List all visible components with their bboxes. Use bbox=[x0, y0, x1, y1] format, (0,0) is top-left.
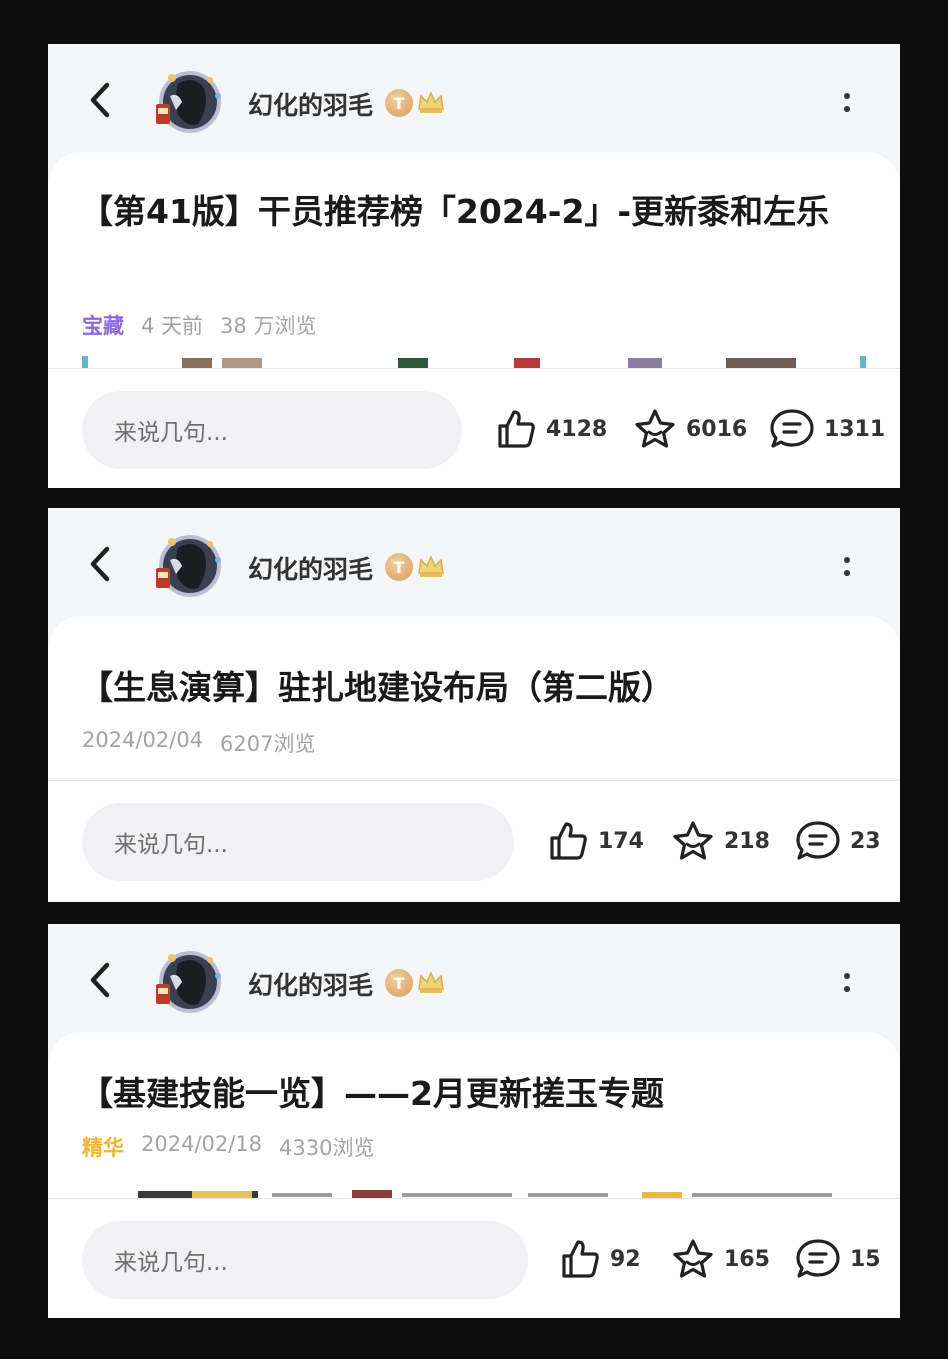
favorite-button[interactable]: 165 bbox=[670, 1237, 770, 1281]
star-icon bbox=[673, 821, 713, 860]
post-card: 幻化的羽毛 T 【基建技能一览】——2月更新搓玉专题 精华 2024/02/18… bbox=[48, 924, 900, 1318]
comment-count: 1311 bbox=[824, 416, 886, 442]
level-badge: T bbox=[385, 969, 413, 997]
thumbs-up-icon bbox=[562, 1240, 599, 1278]
like-button[interactable]: 92 bbox=[558, 1237, 641, 1281]
thumbs-up-icon bbox=[498, 410, 535, 448]
thumbs-up-icon bbox=[550, 822, 587, 860]
more-vertical-icon bbox=[844, 556, 850, 563]
comment-icon bbox=[796, 1239, 840, 1278]
view-count: 38 万浏览 bbox=[220, 314, 317, 338]
comment-count: 23 bbox=[850, 828, 881, 854]
like-count: 4128 bbox=[546, 416, 608, 442]
comment-button[interactable]: 1311 bbox=[768, 407, 885, 451]
like-count: 92 bbox=[610, 1246, 641, 1272]
image-preview-strip bbox=[82, 356, 866, 368]
post-header: 幻化的羽毛 T bbox=[48, 508, 900, 620]
back-button[interactable] bbox=[78, 78, 122, 122]
post-date: 2024/02/18 bbox=[141, 1132, 263, 1156]
post-card: 幻化的羽毛 T 【生息演算】驻扎地建设布局（第二版） 2024/02/04 62… bbox=[48, 508, 900, 902]
star-icon bbox=[673, 1239, 713, 1278]
post-meta: 2024/02/04 6207浏览 bbox=[82, 728, 316, 758]
chevron-left-icon bbox=[90, 546, 110, 582]
level-badge: T bbox=[385, 553, 413, 581]
crown-icon bbox=[416, 87, 446, 121]
star-icon bbox=[635, 409, 675, 448]
comment-button[interactable]: 23 bbox=[794, 819, 881, 863]
like-count: 174 bbox=[598, 828, 644, 854]
post-title[interactable]: 【生息演算】驻扎地建设布局（第二版） bbox=[80, 660, 870, 716]
post-content[interactable]: 【生息演算】驻扎地建设布局（第二版） 2024/02/04 6207浏览 bbox=[48, 616, 900, 778]
featured-tag: 精华 bbox=[82, 1136, 124, 1160]
chevron-left-icon bbox=[90, 82, 110, 118]
level-badge: T bbox=[385, 89, 413, 117]
more-vertical-icon bbox=[844, 92, 850, 99]
post-time: 4 天前 bbox=[141, 314, 204, 338]
post-card: 幻化的羽毛 T 【第41版】干员推荐榜「2024-2」-更新黍和左乐 宝藏 4 … bbox=[48, 44, 900, 488]
avatar[interactable] bbox=[148, 66, 226, 136]
avatar[interactable] bbox=[148, 946, 226, 1016]
action-bar: 来说几句... 174 218 23 bbox=[48, 780, 900, 900]
back-button[interactable] bbox=[78, 958, 122, 1002]
like-button[interactable]: 4128 bbox=[494, 407, 607, 451]
view-count: 6207浏览 bbox=[220, 732, 316, 756]
post-content[interactable]: 【基建技能一览】——2月更新搓玉专题 精华 2024/02/18 4330浏览 bbox=[48, 1032, 900, 1200]
view-count: 4330浏览 bbox=[279, 1136, 375, 1160]
crown-icon bbox=[416, 967, 446, 1001]
post-date: 2024/02/04 bbox=[82, 728, 204, 752]
favorite-count: 165 bbox=[724, 1246, 770, 1272]
author-name[interactable]: 幻化的羽毛 bbox=[248, 550, 373, 586]
favorite-count: 6016 bbox=[686, 416, 748, 442]
favorite-button[interactable]: 6016 bbox=[632, 407, 747, 451]
action-bar: 来说几句... 92 165 15 bbox=[48, 1198, 900, 1318]
comment-icon bbox=[770, 409, 814, 448]
more-button[interactable] bbox=[834, 84, 860, 120]
treasure-tag: 宝藏 bbox=[82, 314, 124, 338]
more-button[interactable] bbox=[834, 964, 860, 1000]
favorite-count: 218 bbox=[724, 828, 770, 854]
post-content[interactable]: 【第41版】干员推荐榜「2024-2」-更新黍和左乐 宝藏 4 天前 38 万浏… bbox=[48, 152, 900, 368]
favorite-button[interactable]: 218 bbox=[670, 819, 770, 863]
chevron-left-icon bbox=[90, 962, 110, 998]
post-title[interactable]: 【基建技能一览】——2月更新搓玉专题 bbox=[80, 1066, 870, 1122]
back-button[interactable] bbox=[78, 542, 122, 586]
post-header: 幻化的羽毛 T bbox=[48, 44, 900, 156]
more-button[interactable] bbox=[834, 548, 860, 584]
post-title[interactable]: 【第41版】干员推荐榜「2024-2」-更新黍和左乐 bbox=[80, 184, 870, 240]
post-meta: 宝藏 4 天前 38 万浏览 bbox=[82, 310, 316, 340]
author-name[interactable]: 幻化的羽毛 bbox=[248, 86, 373, 122]
like-button[interactable]: 174 bbox=[546, 819, 644, 863]
comment-count: 15 bbox=[850, 1246, 881, 1272]
comment-input[interactable]: 来说几句... bbox=[82, 803, 514, 881]
post-header: 幻化的羽毛 T bbox=[48, 924, 900, 1036]
post-meta: 精华 2024/02/18 4330浏览 bbox=[82, 1132, 375, 1162]
more-vertical-icon bbox=[844, 972, 850, 979]
comment-input[interactable]: 来说几句... bbox=[82, 391, 462, 469]
comment-button[interactable]: 15 bbox=[794, 1237, 881, 1281]
comment-input[interactable]: 来说几句... bbox=[82, 1221, 528, 1299]
comment-icon bbox=[796, 821, 840, 860]
action-bar: 来说几句... 4128 6016 1311 bbox=[48, 368, 900, 488]
avatar[interactable] bbox=[148, 530, 226, 600]
crown-icon bbox=[416, 551, 446, 585]
author-name[interactable]: 幻化的羽毛 bbox=[248, 966, 373, 1002]
